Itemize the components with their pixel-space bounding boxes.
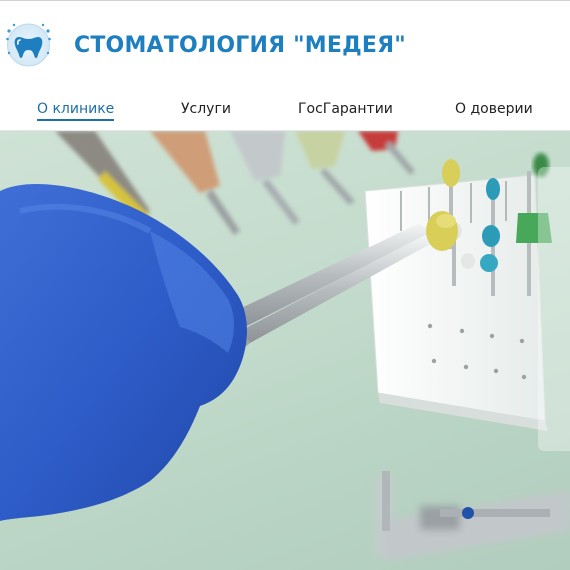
nav-item-state-guarantees[interactable]: ГосГарантии [298,101,393,117]
nav-item-services[interactable]: Услуги [181,101,231,117]
hero-image [0,131,570,570]
nav-item-about-clinic[interactable]: О клинике [37,101,115,121]
site-header: СТОМАТОЛОГИЯ "МЕДЕЯ" [0,1,570,90]
nav-item-about-trust[interactable]: О доверии [455,101,533,117]
dental-instruments-illustration [0,131,570,561]
tooth-logo-icon[interactable] [5,21,52,69]
main-nav: О клинике Услуги ГосГарантии О доверии [0,90,570,131]
site-title[interactable]: СТОМАТОЛОГИЯ "МЕДЕЯ" [74,33,406,58]
